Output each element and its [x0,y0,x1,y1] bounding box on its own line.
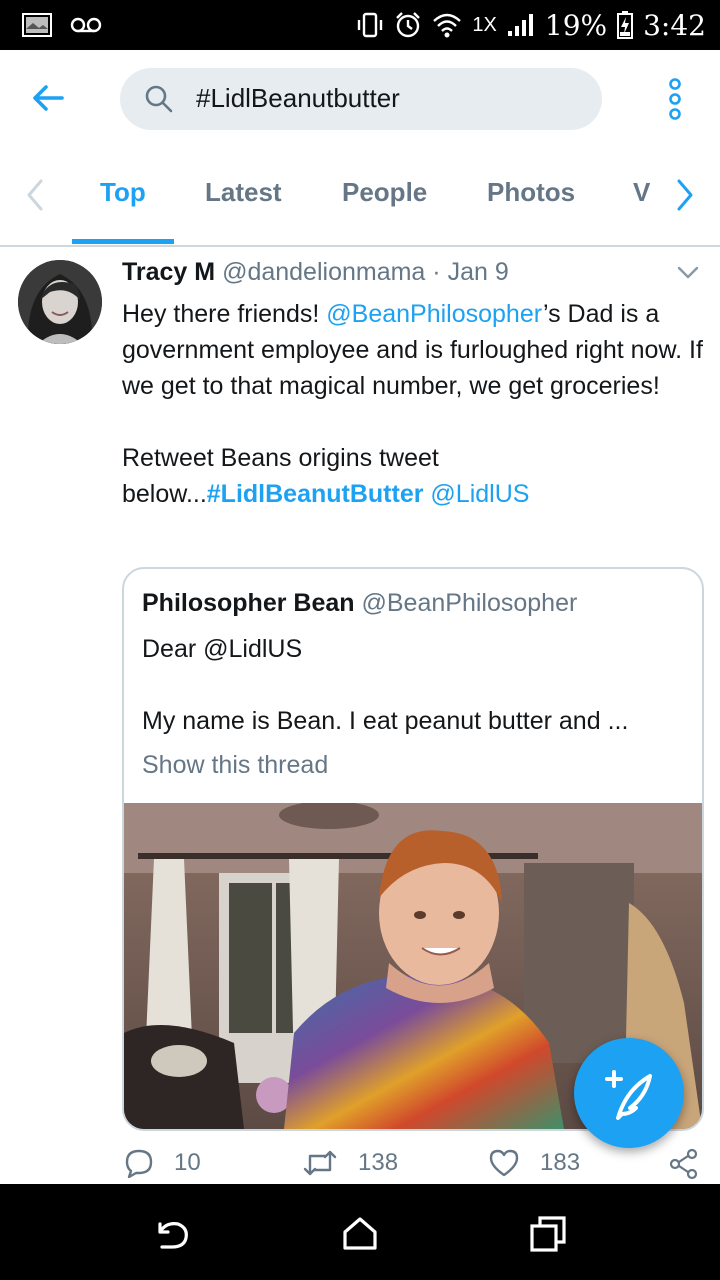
tabs-scroll-right-icon[interactable] [674,175,696,215]
alarm-icon [396,12,421,38]
battery-percent: 19% [544,8,608,42]
tab-people[interactable]: People [342,177,427,208]
tweet-header: Tracy M @dandelionmama · Jan 9 [122,258,509,287]
quoted-author-name: Philosopher Bean [142,589,355,617]
heart-icon [489,1149,519,1177]
tab-videos[interactable]: V [633,177,650,208]
hashtag-link[interactable]: #LidlBeanutButter [207,480,424,508]
avatar[interactable] [18,260,102,344]
mention-link[interactable]: @BeanPhilosopher [326,300,543,328]
quoted-author-handle: @BeanPhilosopher [361,589,578,617]
active-tab-indicator [72,239,174,244]
gallery-notification-icon [22,13,52,37]
more-options-icon[interactable] [664,78,686,120]
tab-photos[interactable]: Photos [487,177,575,208]
reply-icon [125,1149,153,1178]
tweet-author-name[interactable]: Tracy M [122,258,215,286]
clock: 3:42 [643,8,706,42]
status-bar: 1X 19% 3:42 [0,0,720,50]
reply-count: 10 [174,1149,201,1176]
tweet-date: Jan 9 [447,258,509,286]
search-query: #LidlBeanutbutter [196,83,400,113]
avatar-photo [18,260,102,344]
quoted-text-line: Dear @LidlUS [142,635,303,663]
wifi-icon [433,13,462,38]
vibrate-icon [358,12,383,38]
compose-feather-icon [605,1070,652,1120]
compose-tweet-button[interactable] [574,1038,684,1148]
search-tabs: Top Latest People Photos V [0,145,720,247]
reply-button[interactable]: 10 [124,1146,201,1180]
nav-home-icon[interactable] [340,1214,380,1254]
tweet-text: Hey there friends! @BeanPhilosopher’s Da… [122,296,712,512]
quoted-text-line: My name is Bean. I eat peanut butter and… [142,707,629,735]
mention-link[interactable]: @LidlUS [430,480,529,508]
voicemail-icon [70,17,102,33]
search-icon [145,85,173,113]
tweet-text-part: Hey there friends! [122,300,327,328]
tab-latest[interactable]: Latest [205,177,282,208]
system-navigation-bar [0,1184,720,1280]
back-arrow-icon[interactable] [28,78,68,118]
retweet-button[interactable]: 138 [302,1146,398,1180]
retweet-icon [303,1150,337,1176]
tweet-separator: · [432,258,441,286]
battery-charging-icon [617,11,634,39]
tweet-author-handle[interactable]: @dandelionmama [222,258,425,286]
like-button[interactable]: 183 [488,1146,580,1180]
share-icon[interactable] [668,1148,700,1180]
search-input[interactable]: #LidlBeanutbutter [120,68,602,130]
tab-top[interactable]: Top [100,177,146,208]
nav-back-icon[interactable] [152,1214,192,1254]
tweet-menu-chevron-icon[interactable] [676,264,700,282]
tabs-scroll-left-icon[interactable] [24,175,46,215]
like-count: 183 [540,1149,581,1176]
search-header: #LidlBeanutbutter [0,50,720,145]
network-speed-label: 1X [472,13,497,36]
quoted-tweet-header: Philosopher Bean @BeanPhilosopher [142,589,577,618]
show-thread-link[interactable]: Show this thread [142,751,328,780]
nav-recents-icon[interactable] [528,1214,568,1254]
signal-icon [507,14,533,36]
retweet-count: 138 [358,1149,399,1176]
